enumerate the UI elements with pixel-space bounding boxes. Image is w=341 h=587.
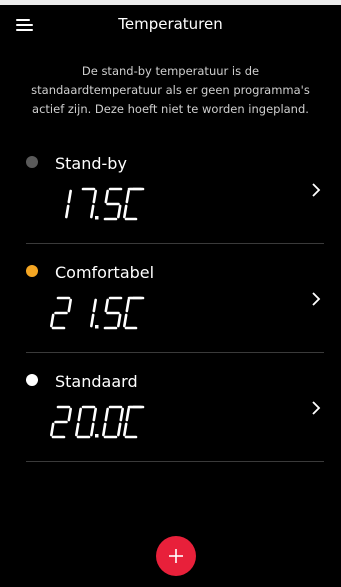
- temperature-label: Standaard: [55, 372, 138, 391]
- status-dot: [26, 156, 38, 168]
- chevron-right-icon: [312, 292, 321, 306]
- temperature-value: 17.5°C: [49, 184, 199, 226]
- divider: [26, 461, 324, 462]
- status-dot: [26, 374, 38, 386]
- temperature-label: Stand-by: [55, 154, 127, 173]
- seven-segment-display: 20.0°C: [50, 405, 145, 439]
- description-text: De stand-by temperatuur is de standaardt…: [31, 64, 310, 116]
- temperature-row-comfortabel[interactable]: Comfortabel 21.5°C: [26, 245, 324, 354]
- divider: [26, 243, 324, 244]
- divider: [26, 352, 324, 353]
- plus-icon: [169, 549, 183, 563]
- temperature-value: 20.0°C: [49, 402, 199, 444]
- temperature-row-standby[interactable]: Stand-by 17.5°C: [26, 136, 324, 245]
- seven-segment-display: 17.5°C: [65, 187, 145, 221]
- add-button[interactable]: [156, 536, 196, 576]
- decimal-point: [95, 325, 99, 329]
- chevron-right-icon: [312, 401, 321, 415]
- temperature-label: Comfortabel: [55, 263, 155, 282]
- app-header: Temperaturen: [0, 5, 341, 43]
- temperature-row-standaard[interactable]: Standaard 20.0°C: [26, 354, 324, 463]
- chevron-right-icon: [312, 183, 321, 197]
- page-title: Temperaturen: [118, 15, 223, 33]
- decimal-point: [95, 216, 99, 220]
- status-dot: [26, 265, 38, 277]
- decimal-point: [95, 434, 99, 438]
- temperature-value: 21.5°C: [49, 293, 199, 335]
- seven-segment-display: 21.5°C: [50, 296, 145, 330]
